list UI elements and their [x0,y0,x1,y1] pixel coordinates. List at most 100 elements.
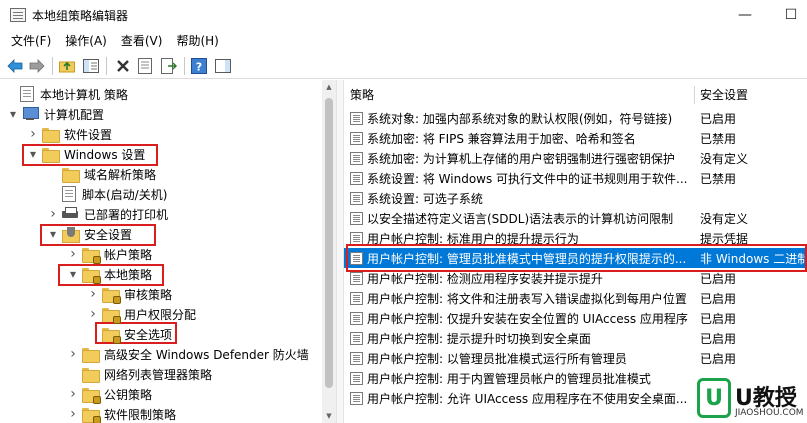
tree-item-label: 软件限制策略 [104,407,177,422]
scroll-down-icon[interactable]: ▼ [322,409,336,423]
tree-scrollbar[interactable]: ▲ ▼ [322,80,336,423]
policy-name: 系统设置: 可选子系统 [367,191,483,206]
properties-icon[interactable] [136,57,154,75]
tree-item[interactable]: 网络列表管理器策略 [68,364,212,384]
policy-row[interactable]: 用户帐户控制: 仅提升安装在安全位置的 UIAccess 应用程序 已启用 [344,308,807,328]
help-icon[interactable]: ? [190,57,208,75]
policy-row[interactable]: 系统设置: 可选子系统 [344,188,807,208]
policy-name: 用户帐户控制: 检测应用程序安装并提示提升 [367,271,603,286]
policy-icon [350,131,363,145]
action-pane-icon[interactable] [214,57,232,75]
policy-name: 系统加密: 将 FIPS 兼容算法用于加密、哈希和签名 [367,131,636,146]
lock-icon [113,295,121,304]
tree-item[interactable]: › 高级安全 Windows Defender 防火墙 [68,344,309,364]
collapse-arrow-icon[interactable]: › [68,344,78,364]
policy-setting: 已启用 [700,351,737,366]
export-list-icon[interactable] [160,57,178,75]
highlight-box [22,144,158,166]
column-header-policy[interactable]: 策略 [344,84,374,106]
tree-item[interactable]: 本地计算机 策略 [6,84,128,104]
tree-item-label: 脚本(启动/关机) [82,187,168,202]
policy-name: 用户帐户控制: 用于内置管理员帐户的管理员批准模式 [367,371,651,386]
computer-icon [22,107,39,121]
back-arrow-icon[interactable] [6,57,24,75]
policy-setting: 已启用 [700,311,737,326]
policy-icon [350,171,363,185]
expand-arrow-icon[interactable]: ▾ [8,104,18,124]
collapse-arrow-icon[interactable]: › [88,304,98,324]
policy-icon [350,351,363,365]
lock-icon [93,255,101,264]
policy-row[interactable]: 用户帐户控制: 以管理员批准模式运行所有管理员 已启用 [344,348,807,368]
policy-row[interactable]: 用户帐户控制: 将文件和注册表写入错误虚拟化到每用户位置 已启用 [344,288,807,308]
policy-row[interactable]: 系统设置: 将 Windows 可执行文件中的证书规则用于软件... 已禁用 [344,168,807,188]
collapse-arrow-icon[interactable]: › [88,284,98,304]
menu-bar: 文件(F) 操作(A) 查看(V) 帮助(H) [0,30,807,52]
title-bar: 本地组策略编辑器 — ☐ [0,0,807,30]
toolbar-separator [184,57,185,75]
toolbar-separator [106,57,107,75]
menu-help[interactable]: 帮助(H) [169,30,225,52]
menu-action[interactable]: 操作(A) [58,30,114,52]
policy-row[interactable]: 以安全描述符定义语言(SDDL)语法表示的计算机访问限制 没有定义 [344,208,807,228]
locked-folder-icon [102,287,121,304]
collapse-arrow-icon[interactable]: › [68,244,78,264]
policy-icon [350,311,363,325]
locked-folder-icon [82,387,101,404]
tree-item[interactable]: 域名解析策略 [48,164,156,184]
policy-setting: 没有定义 [700,151,749,166]
policy-row[interactable]: 系统加密: 为计算机上存储的用户密钥强制进行强密钥保护 没有定义 [344,148,807,168]
tree-item[interactable]: › 软件限制策略 [68,404,176,423]
tree-item-label: 本地计算机 策略 [40,87,128,102]
menu-view[interactable]: 查看(V) [114,30,170,52]
toolbar: ? [0,53,807,79]
tree-item[interactable]: 脚本(启动/关机) [48,184,167,204]
collapse-arrow-icon[interactable]: › [28,124,38,144]
tree-item[interactable]: › 用户权限分配 [88,304,196,324]
policy-editor-icon [10,8,26,22]
scroll-up-icon[interactable]: ▲ [322,80,336,94]
minimize-button[interactable]: — [722,0,768,30]
policy-icon [350,271,363,285]
tree-item[interactable]: › 帐户策略 [68,244,152,264]
locked-folder-icon [102,307,121,324]
policy-name: 系统对象: 加强内部系统对象的默认权限(例如，符号链接) [367,111,673,126]
policy-setting: 已启用 [700,331,737,346]
policy-list: 策略 安全设置 系统对象: 加强内部系统对象的默认权限(例如，符号链接) 已启用系… [344,80,807,423]
show-tree-icon[interactable] [82,57,100,75]
policy-icon [350,191,363,205]
folder-icon [62,167,80,183]
policy-name: 系统加密: 为计算机上存储的用户密钥强制进行强密钥保护 [367,151,675,166]
tree-item[interactable]: › 软件设置 [28,124,112,144]
maximize-button[interactable]: ☐ [768,0,807,30]
collapse-arrow-icon[interactable]: › [48,204,58,224]
folder-icon [82,347,100,363]
highlight-box [95,322,177,344]
pane-splitter[interactable] [336,80,344,423]
up-folder-icon[interactable] [58,57,76,75]
policy-row[interactable]: 系统加密: 将 FIPS 兼容算法用于加密、哈希和签名 已禁用 [344,128,807,148]
tree-item[interactable]: › 已部署的打印机 [48,204,168,224]
svg-text:?: ? [196,61,202,74]
policy-setting: 已启用 [700,291,737,306]
policy-row[interactable]: 用户帐户控制: 提示提升时切换到安全桌面 已启用 [344,328,807,348]
delete-icon[interactable] [114,57,132,75]
policy-name: 以安全描述符定义语言(SDDL)语法表示的计算机访问限制 [367,211,674,226]
column-header-setting[interactable]: 安全设置 [694,84,748,106]
forward-arrow-icon[interactable] [28,57,46,75]
policy-icon [350,111,363,125]
tree-item[interactable]: › 公钥策略 [68,384,152,404]
policy-icon [350,231,363,245]
collapse-arrow-icon[interactable]: › [68,384,78,404]
policy-name: 用户帐户控制: 将文件和注册表写入错误虚拟化到每用户位置 [367,291,687,306]
tree-item[interactable]: › 审核策略 [88,284,172,304]
collapse-arrow-icon[interactable]: › [68,404,78,423]
policy-row[interactable]: 系统对象: 加强内部系统对象的默认权限(例如，符号链接) 已启用 [344,108,807,128]
policy-icon [350,211,363,225]
menu-file[interactable]: 文件(F) [4,30,58,52]
scroll-thumb[interactable] [325,98,333,388]
tree-item-label: 网络列表管理器策略 [104,367,213,382]
tree-item-label: 帐户策略 [104,247,153,262]
tree-item[interactable]: ▾ 计算机配置 [8,104,104,124]
